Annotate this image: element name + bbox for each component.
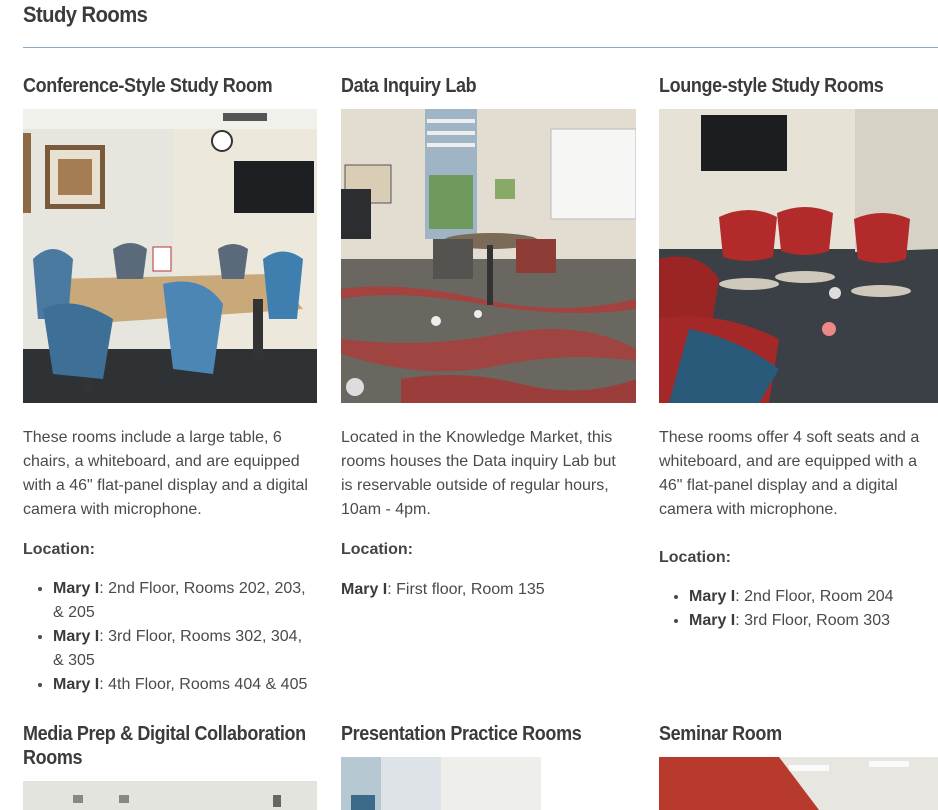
title-divider bbox=[23, 47, 938, 48]
location-detail: : 4th Floor, Rooms 404 & 405 bbox=[99, 676, 308, 693]
room-card-media-prep: Media Prep & Digital Collaboration Rooms bbox=[23, 722, 343, 770]
room-title: Seminar Room bbox=[659, 723, 782, 745]
location-building: Mary I bbox=[53, 580, 100, 597]
location-label: Location: bbox=[341, 541, 413, 558]
location-building: Mary I bbox=[341, 581, 388, 598]
location-label: Location: bbox=[659, 549, 731, 566]
location-detail: : 2nd Floor, Room 204 bbox=[735, 588, 894, 605]
room-photo-media-prep[interactable] bbox=[23, 781, 317, 810]
location-item: Mary I: First floor, Room 135 bbox=[341, 581, 545, 599]
location-item: Mary I: 3rd Floor, Room 303 bbox=[689, 609, 938, 633]
room-title: Lounge-style Study Rooms bbox=[659, 75, 884, 97]
location-list: Mary I: 2nd Floor, Room 204 Mary I: 3rd … bbox=[659, 585, 938, 633]
room-photo-data-inquiry[interactable] bbox=[341, 109, 636, 403]
room-description: Located in the Knowledge Market, this ro… bbox=[341, 429, 616, 518]
room-description: These rooms offer 4 soft seats and a whi… bbox=[659, 429, 920, 518]
location-item: Mary I: 2nd Floor, Room 204 bbox=[689, 585, 938, 609]
room-photo-presentation[interactable] bbox=[341, 757, 541, 810]
room-card-data-inquiry: Data Inquiry Lab bbox=[341, 74, 491, 98]
location-detail: : First floor, Room 135 bbox=[387, 581, 545, 598]
room-photo-lounge[interactable] bbox=[659, 109, 938, 403]
room-card-seminar: Seminar Room bbox=[659, 722, 795, 746]
room-title: Presentation Practice Rooms bbox=[341, 723, 582, 745]
room-title: Data Inquiry Lab bbox=[341, 75, 477, 97]
location-detail: : 3rd Floor, Room 303 bbox=[735, 612, 890, 629]
room-card-conference: Conference-Style Study Room bbox=[23, 74, 300, 98]
location-building: Mary I bbox=[689, 588, 736, 605]
location-building: Mary I bbox=[53, 676, 100, 693]
room-title: Conference-Style Study Room bbox=[23, 75, 273, 97]
room-card-lounge: Lounge-style Study Rooms bbox=[659, 74, 908, 98]
location-building: Mary I bbox=[53, 628, 100, 645]
room-photo-seminar[interactable] bbox=[659, 757, 938, 810]
page-title: Study Rooms bbox=[23, 2, 148, 27]
location-building: Mary I bbox=[689, 612, 736, 629]
location-item: Mary I: 4th Floor, Rooms 404 & 405 bbox=[53, 673, 317, 697]
room-title: Media Prep & Digital Collaboration Rooms bbox=[23, 723, 306, 769]
room-photo-conference[interactable] bbox=[23, 109, 317, 403]
location-item: Mary I: 2nd Floor, Rooms 202, 203, & 205 bbox=[53, 577, 317, 625]
location-item: Mary I: 3rd Floor, Rooms 302, 304, & 305 bbox=[53, 625, 317, 673]
location-list: Mary I: 2nd Floor, Rooms 202, 203, & 205… bbox=[23, 577, 317, 697]
room-card-presentation: Presentation Practice Rooms bbox=[341, 722, 608, 746]
room-description: These rooms include a large table, 6 cha… bbox=[23, 429, 308, 518]
location-label: Location: bbox=[23, 541, 95, 558]
